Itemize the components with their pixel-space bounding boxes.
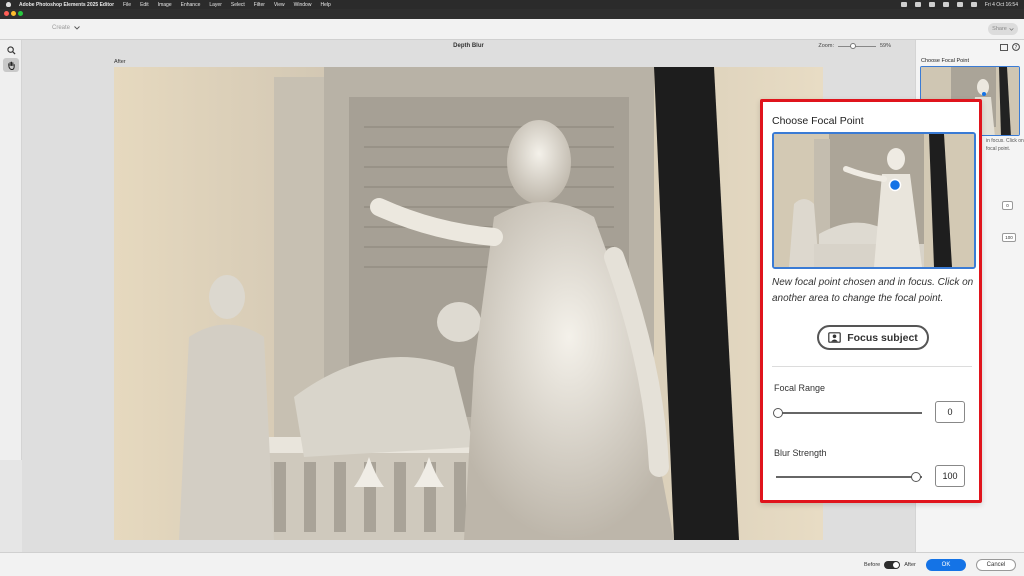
focal-point-preview[interactable] [772, 132, 976, 269]
share-label: Share [992, 26, 1007, 32]
bluetooth-icon[interactable] [914, 2, 921, 7]
before-label: Before [864, 562, 881, 568]
focus-subject-button[interactable]: Focus subject [817, 325, 929, 350]
depth-blur-photo[interactable] [114, 67, 823, 540]
zoom-window-icon[interactable] [18, 11, 23, 16]
battery-icon[interactable] [928, 2, 935, 7]
bottom-action-bar: Before After OK Cancel [0, 552, 1024, 576]
panel-title: Choose Focal Point [921, 58, 969, 64]
after-label: After [904, 562, 916, 568]
blur-strength-knob[interactable] [911, 472, 921, 482]
script-icon[interactable] [900, 2, 907, 7]
status-icons: Fri 4 Oct 16:54 [900, 2, 1018, 8]
panel-desc-fragment-2: focal point. [986, 146, 1011, 152]
create-label: Create [52, 25, 71, 31]
menu-layer[interactable]: Layer [209, 2, 222, 8]
chevron-down-icon [74, 26, 80, 30]
focal-range-slider[interactable] [773, 408, 922, 418]
menu-filter[interactable]: Filter [254, 2, 265, 8]
chevron-down-icon [1009, 27, 1014, 31]
zoom-label: Zoom: [818, 43, 834, 49]
blur-strength-label: Blur Strength [774, 448, 827, 458]
menu-image[interactable]: Image [158, 2, 172, 8]
system-menu-bar: Adobe Photoshop Elements 2025 Editor Fil… [0, 0, 1024, 9]
close-window-icon[interactable] [4, 11, 9, 16]
window-titlebar [0, 9, 1024, 19]
focal-preview-image [774, 134, 974, 267]
focus-subject-label: Focus subject [847, 331, 918, 344]
menu-view[interactable]: View [274, 2, 285, 8]
create-menu-button[interactable]: Create [52, 25, 80, 31]
focal-range-label: Focal Range [774, 383, 826, 393]
blur-strength-input[interactable]: 100 [935, 465, 965, 487]
view-mode-label: After [114, 59, 126, 65]
photoshop-elements-window: Adobe Photoshop Elements 2025 Editor Fil… [0, 0, 1024, 576]
cancel-button[interactable]: Cancel [976, 559, 1016, 571]
tools-panel [0, 40, 22, 460]
focal-range-knob[interactable] [773, 408, 783, 418]
menu-window[interactable]: Window [294, 2, 312, 8]
search-icon[interactable] [956, 2, 963, 7]
share-button[interactable]: Share [988, 23, 1018, 35]
minimize-window-icon[interactable] [11, 11, 16, 16]
zoom-slider-knob[interactable] [849, 42, 856, 49]
statue-photo-image [114, 67, 823, 540]
menu-app-name[interactable]: Adobe Photoshop Elements 2025 Editor [19, 2, 114, 8]
magnifier-icon [6, 45, 16, 55]
menu-select[interactable]: Select [231, 2, 245, 8]
menu-file[interactable]: File [123, 2, 131, 8]
before-after-toggle[interactable] [884, 561, 901, 569]
wifi-icon[interactable] [942, 2, 949, 7]
focal-range-input[interactable]: 0 [935, 401, 965, 423]
before-after-toggle-group: Before After [864, 561, 916, 569]
workspace-title: Depth Blur [453, 43, 484, 49]
svg-text:?: ? [1015, 45, 1018, 51]
section-divider [772, 366, 972, 367]
menu-enhance[interactable]: Enhance [181, 2, 201, 8]
panel-desc-fragment-1: in focus. Click on [986, 138, 1024, 144]
zoom-control: Zoom: 59% [818, 42, 891, 49]
focus-subject-icon [828, 332, 841, 343]
app-toolbar: Create Share [0, 19, 1024, 40]
toggle-knob [893, 562, 900, 568]
focal-range-input-small[interactable]: 0 [1002, 201, 1013, 210]
zoom-slider[interactable] [837, 42, 876, 49]
control-center-icon[interactable] [970, 2, 977, 7]
menu-edit[interactable]: Edit [140, 2, 149, 8]
panel-reset-icon[interactable] [1000, 44, 1008, 51]
help-icon[interactable]: ? [1012, 43, 1020, 51]
apple-icon[interactable] [6, 2, 11, 7]
hand-icon [7, 61, 15, 70]
blur-strength-input-small[interactable]: 100 [1002, 233, 1016, 242]
zoom-value: 59% [879, 43, 891, 49]
callout-title: Choose Focal Point [772, 115, 864, 127]
focal-point-description: New focal point chosen and in focus. Cli… [772, 277, 974, 304]
choose-focal-point-callout: Choose Focal Point New focal point chose… [760, 99, 982, 503]
blur-strength-slider[interactable] [776, 472, 922, 482]
zoom-tool-button[interactable] [3, 43, 19, 57]
ok-button[interactable]: OK [926, 559, 966, 571]
menu-clock[interactable]: Fri 4 Oct 16:54 [985, 2, 1018, 8]
hand-tool-button[interactable] [3, 58, 19, 72]
menu-help[interactable]: Help [320, 2, 330, 8]
